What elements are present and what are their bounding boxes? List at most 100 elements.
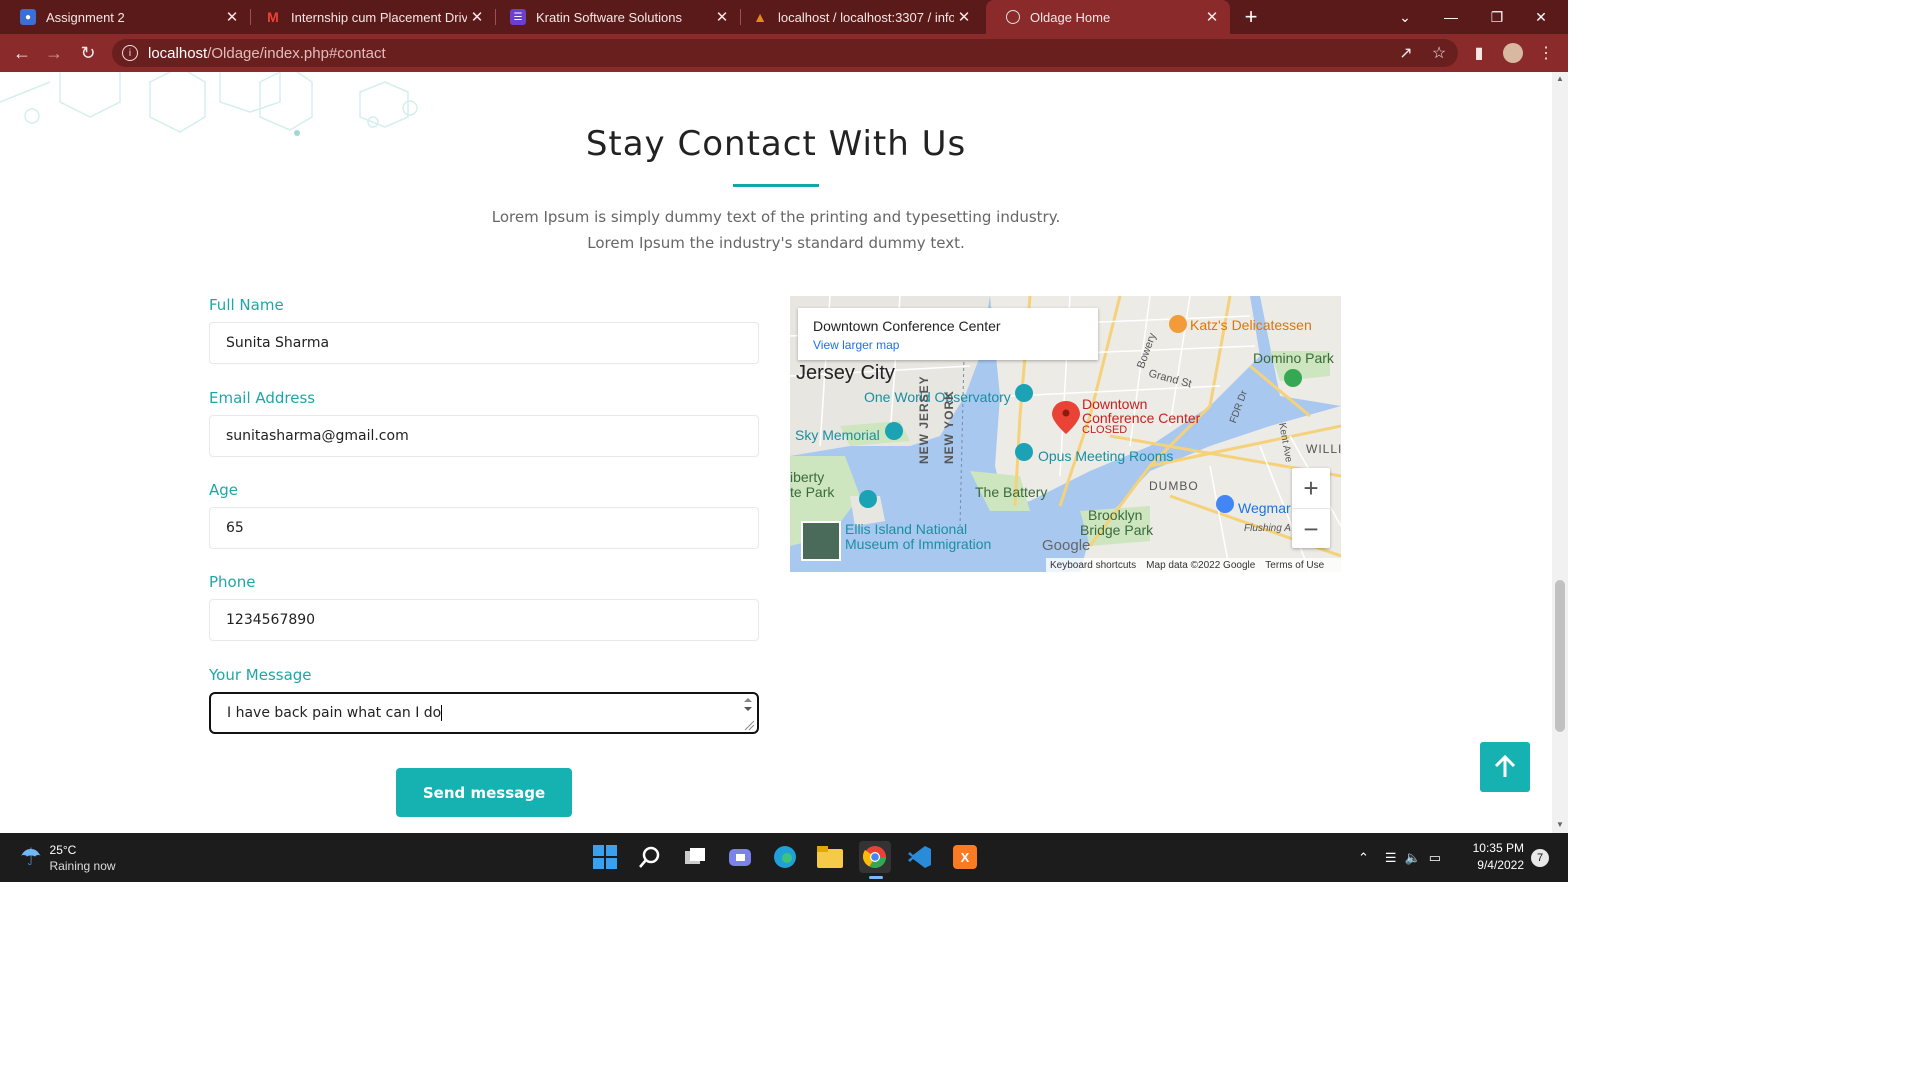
close-window-button[interactable]: ✕	[1518, 0, 1564, 34]
tab-title: Oldage Home	[1030, 9, 1111, 25]
new-tab-button[interactable]: +	[1228, 0, 1274, 34]
keyboard-shortcuts-link[interactable]: Keyboard shortcuts	[1050, 560, 1136, 571]
map-label-sky-memorial: Sky Memorial	[795, 427, 880, 443]
search-icon[interactable]	[634, 841, 666, 873]
close-icon[interactable]: ✕	[467, 8, 487, 26]
full-name-field[interactable]: Sunita Sharma	[209, 322, 759, 364]
menu-icon[interactable]: ⋮	[1530, 34, 1562, 72]
task-view-icon[interactable]	[679, 841, 711, 873]
terms-of-use-link[interactable]: Terms of Use	[1265, 560, 1324, 571]
map-label-wegmans: Wegmar	[1238, 500, 1291, 516]
map-label-opus: Opus Meeting Rooms	[1038, 448, 1174, 464]
vscode-icon[interactable]	[904, 841, 936, 873]
message-textarea[interactable]: I have back pain what can I do	[209, 692, 759, 734]
map-label-domino: Domino Park	[1253, 350, 1334, 366]
arrow-up-icon	[1494, 755, 1516, 777]
google-logo: Google	[1042, 537, 1091, 554]
section-heading: Stay Contact With Us	[585, 124, 967, 164]
teams-chat-icon[interactable]	[724, 841, 756, 873]
close-icon[interactable]: ✕	[954, 8, 974, 26]
textarea-scroll-arrows[interactable]	[741, 696, 755, 732]
tab-assignment[interactable]: ● Assignment 2 ✕	[0, 0, 250, 34]
xampp-icon[interactable]: X	[949, 841, 981, 873]
map-label-closed: CLOSED	[1082, 424, 1128, 436]
restore-button[interactable]: ❐	[1474, 0, 1520, 34]
email-label: Email Address	[209, 389, 316, 407]
map-data-text: Map data ©2022 Google	[1146, 559, 1256, 571]
close-icon[interactable]: ✕	[222, 8, 242, 26]
google-map-embed[interactable]: Downtown Conference Center View larger m…	[790, 296, 1341, 572]
edge-browser-icon[interactable]	[769, 841, 801, 873]
full-name-label: Full Name	[209, 296, 284, 314]
profile-avatar[interactable]	[1497, 34, 1529, 72]
globe-icon	[1006, 10, 1020, 24]
scroll-up-arrow[interactable]: ▲	[1556, 74, 1564, 83]
section-subtext: Lorem Ipsum is simply dummy text of the …	[0, 204, 1552, 256]
active-app-indicator	[869, 876, 883, 879]
view-larger-map-link[interactable]: View larger map	[813, 338, 899, 352]
send-message-button[interactable]: Send message	[396, 768, 572, 817]
map-footer: Keyboard shortcuts Map data ©2022 Google…	[1046, 558, 1341, 572]
heading-underline	[733, 184, 819, 187]
reload-button[interactable]: ↻	[72, 34, 104, 72]
page-scrollbar[interactable]: ▲ ▼	[1552, 72, 1568, 833]
age-label: Age	[209, 481, 239, 499]
chrome-browser-icon[interactable]	[859, 841, 891, 873]
text-cursor	[441, 705, 443, 721]
bookmark-star-icon[interactable]: ☆	[1423, 34, 1455, 72]
map-label-dumbo: DUMBO	[1149, 479, 1199, 493]
rain-umbrella-icon: ☂	[20, 844, 42, 871]
zoom-in-button[interactable]: +	[1292, 468, 1330, 508]
tab-oldage-home[interactable]: Oldage Home ✕	[986, 0, 1230, 34]
map-label-katz: Katz's Delicatessen	[1190, 317, 1312, 333]
tab-title: localhost / localhost:3307 / info /	[778, 9, 954, 25]
battery-icon[interactable]: ▭	[1429, 850, 1441, 866]
classroom-icon: ●	[20, 9, 36, 25]
share-icon[interactable]: ↗	[1390, 34, 1422, 72]
page-content: Stay Contact With Us Lorem Ipsum is simp…	[0, 72, 1552, 833]
show-hidden-icons-chevron-up-icon[interactable]: ⌃	[1358, 850, 1369, 866]
scroll-down-arrow[interactable]: ▼	[1556, 820, 1564, 829]
tab-internship[interactable]: M Internship cum Placement Drive- ✕	[245, 0, 495, 34]
subtext-line: Lorem Ipsum is simply dummy text of the …	[491, 208, 1061, 226]
url-bar[interactable]: i localhost/Oldage/index.php#contact	[112, 39, 1458, 67]
scrollbar-thumb[interactable]	[1555, 580, 1565, 732]
back-button[interactable]: ←	[6, 34, 38, 72]
age-field[interactable]: 65	[209, 507, 759, 549]
wifi-icon[interactable]: ☰	[1385, 850, 1397, 866]
notification-badge[interactable]: 7	[1531, 849, 1549, 867]
svg-text:X: X	[961, 850, 970, 865]
message-text: I have back pain what can I do	[227, 705, 442, 721]
tab-title: Assignment 2	[46, 9, 125, 25]
message-label: Your Message	[209, 666, 312, 684]
gmail-icon: M	[267, 9, 279, 25]
map-place-title: Downtown Conference Center	[813, 318, 1001, 334]
map-label-jersey-city: Jersey City	[796, 362, 895, 384]
clock-date: 9/4/2022	[1477, 858, 1524, 872]
zoom-out-button[interactable]: −	[1292, 508, 1330, 549]
map-label-new-york: NEW YORK	[942, 390, 956, 464]
volume-icon[interactable]: 🔈	[1405, 850, 1421, 866]
email-field[interactable]: sunitasharma@gmail.com	[209, 415, 759, 457]
windows-start-icon[interactable]	[589, 841, 621, 873]
taskbar-clock[interactable]: 10:35 PM 9/4/2022	[1468, 840, 1524, 874]
minimize-button[interactable]: —	[1428, 0, 1474, 34]
forms-icon: ☰	[510, 9, 526, 25]
back-to-top-button[interactable]	[1480, 742, 1530, 792]
file-explorer-icon[interactable]	[814, 841, 846, 873]
map-label-flushing: Flushing A	[1244, 523, 1291, 534]
tab-search-icon[interactable]: ⌄	[1382, 0, 1428, 34]
close-icon[interactable]: ✕	[1202, 8, 1222, 26]
weather-widget[interactable]: ☂ 25°C Raining now	[20, 833, 116, 882]
forward-button[interactable]: →	[38, 34, 70, 72]
site-info-icon[interactable]: i	[122, 45, 138, 61]
map-label-brooklyn-1: Brooklyn	[1088, 507, 1143, 523]
temperature: 25°C	[49, 842, 77, 857]
tab-phpmyadmin[interactable]: ▲ localhost / localhost:3307 / info / ✕	[732, 0, 982, 34]
phone-field[interactable]: 1234567890	[209, 599, 759, 641]
tab-kratin[interactable]: ☰ Kratin Software Solutions ✕	[490, 0, 740, 34]
map-label-liberty-park: te Park	[790, 484, 835, 500]
side-panel-icon[interactable]: ▮	[1463, 34, 1495, 72]
weather-status: Raining now	[49, 858, 116, 873]
close-icon[interactable]: ✕	[712, 8, 732, 26]
